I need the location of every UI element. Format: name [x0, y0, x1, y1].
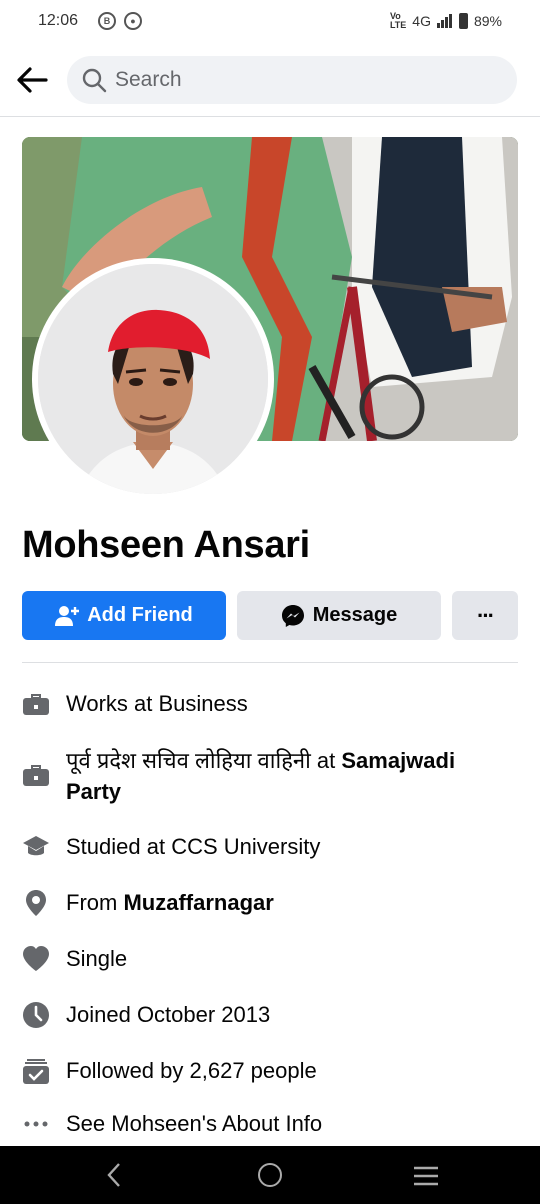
more-dots-icon: ··· [477, 602, 495, 628]
profile-name: Mohseen Ansari [22, 524, 310, 566]
info-work1-text: Works at Business [66, 691, 248, 716]
nav-back-icon[interactable] [105, 1162, 123, 1188]
back-arrow-icon[interactable] [14, 64, 50, 96]
location-pin-icon [26, 890, 46, 916]
info-work-party: पूर्व प्रदेश सचिव लोहिया वाहिनी at Samaj… [22, 745, 522, 807]
more-options-button[interactable]: ··· [452, 591, 518, 640]
volte-icon: Vo LTE [389, 11, 407, 30]
info-followers-text: Followed by 2,627 people [66, 1058, 317, 1083]
add-person-icon [55, 605, 80, 626]
header-divider [0, 116, 540, 117]
nav-recents-icon[interactable] [413, 1166, 439, 1186]
b-circle-icon: B [98, 12, 116, 30]
info-relationship: Single [22, 943, 522, 974]
system-nav-bar [0, 1146, 540, 1204]
nav-home-icon[interactable] [258, 1163, 282, 1187]
battery-percent: 89% [473, 13, 502, 29]
info-followers: Followed by 2,627 people [22, 1055, 522, 1086]
signal-icon [436, 14, 452, 28]
add-friend-label: Add Friend [87, 604, 193, 626]
section-divider [22, 662, 518, 663]
info-joined-text: Joined October 2013 [66, 1002, 271, 1027]
briefcase-icon [23, 694, 49, 715]
message-button[interactable]: Message [237, 591, 441, 640]
battery-icon [458, 13, 468, 29]
see-about-info-link[interactable]: See Mohseen's About Info [22, 1108, 522, 1139]
top-bar: Search [0, 52, 540, 108]
info-relationship-text: Single [66, 946, 128, 971]
status-right-icons: Vo LTE 4G 89% [390, 12, 502, 30]
follow-check-icon [23, 1059, 49, 1084]
status-time: 12:06 [38, 12, 79, 29]
info-education: Studied at CCS University [22, 831, 522, 862]
chrome-icon: ● [124, 12, 142, 30]
clock-icon [23, 1002, 49, 1028]
info-from-text: From Muzaffarnagar [66, 887, 274, 918]
info-work2-text: पूर्व प्रदेश सचिव लोहिया वाहिनी at Samaj… [66, 745, 496, 807]
see-about-info-text: See Mohseen's About Info [66, 1111, 323, 1136]
messenger-icon [281, 604, 304, 627]
info-from-prefix: From [66, 890, 124, 915]
more-dots-icon [24, 1121, 48, 1127]
status-bar: 12:06 B ● Vo LTE 4G 89% [0, 0, 540, 44]
message-label: Message [312, 604, 398, 626]
info-education-text: Studied at CCS University [66, 834, 321, 859]
status-left-icons: B ● [98, 12, 142, 30]
heart-icon [23, 946, 49, 971]
info-work2-prefix: पूर्व प्रदेश सचिव लोहिया वाहिनी at [66, 748, 342, 773]
network-type: 4G [412, 13, 431, 29]
briefcase-icon [23, 765, 49, 786]
add-friend-button[interactable]: Add Friend [22, 591, 226, 640]
info-from-place[interactable]: Muzaffarnagar [123, 890, 273, 915]
search-placeholder: Search [115, 68, 182, 91]
search-icon [82, 68, 107, 93]
search-input[interactable]: Search [67, 56, 517, 104]
graduation-cap-icon [23, 836, 49, 856]
info-hometown: From Muzaffarnagar [22, 887, 522, 918]
avatar[interactable] [38, 264, 268, 494]
avatar-image [38, 264, 268, 494]
info-work-business: Works at Business [22, 688, 522, 719]
info-joined: Joined October 2013 [22, 999, 522, 1030]
